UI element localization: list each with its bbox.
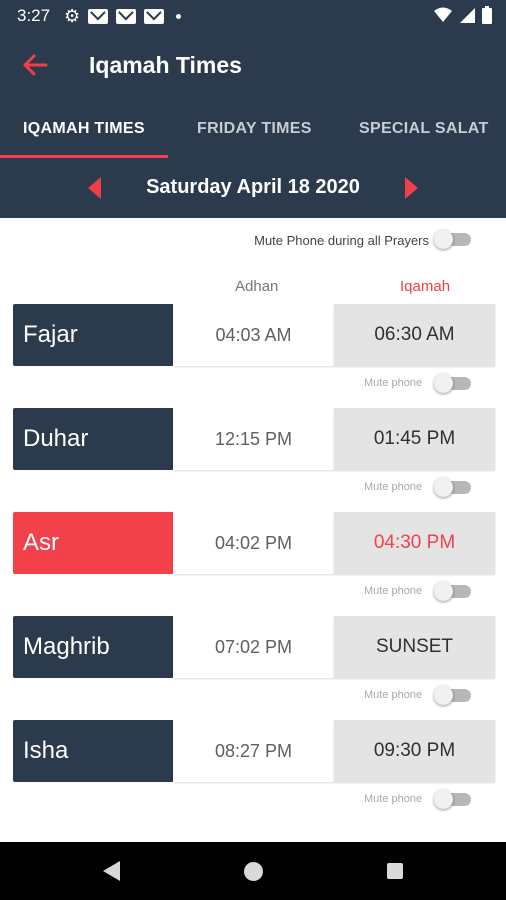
prayer-name: Fajar [13, 304, 173, 366]
wifi-icon [434, 7, 452, 22]
date-navigator: Saturday April 18 2020 [0, 160, 506, 218]
mute-phone-label: Mute phone [364, 377, 423, 389]
current-date: Saturday April 18 2020 [146, 176, 360, 198]
prayer-row-isha: Isha 08:27 PM 09:30 PM [13, 720, 495, 782]
prayer-row-asr: Asr 04:02 PM 04:30 PM [13, 512, 495, 574]
mute-all-toggle[interactable] [434, 230, 474, 249]
caret-right-icon[interactable] [405, 177, 418, 199]
app-bar: Iqamah Times [0, 32, 506, 100]
gmail-icon [88, 8, 109, 24]
tab-special-salat[interactable]: SPECIAL SALAT [359, 120, 489, 138]
adhan-time: 04:03 AM [173, 304, 334, 366]
iqamah-column-header: Iqamah [400, 278, 451, 295]
adhan-time: 12:15 PM [173, 408, 334, 470]
prayer-name: Isha [13, 720, 173, 782]
mute-phone-toggle-asr[interactable] [434, 582, 474, 601]
iqamah-time: SUNSET [334, 616, 495, 678]
mute-phone-label: Mute phone [364, 481, 423, 493]
gear-icon: ⚙ [64, 6, 81, 26]
iqamah-time: 01:45 PM [334, 408, 495, 470]
active-tab-indicator [0, 155, 168, 158]
battery-icon [482, 6, 492, 24]
gmail-icon [144, 8, 165, 24]
home-circle-icon[interactable] [244, 862, 263, 881]
gmail-icon [116, 8, 137, 24]
prayer-row-fajar: Fajar 04:03 AM 06:30 AM [13, 304, 495, 366]
back-triangle-icon[interactable] [103, 861, 120, 881]
page-title: Iqamah Times [89, 52, 242, 78]
adhan-column-header: Adhan [235, 278, 279, 295]
tab-iqamah-times[interactable]: IQAMAH TIMES [23, 120, 145, 138]
arrow-left-icon[interactable] [22, 52, 48, 78]
status-time: 3:27 [17, 6, 51, 25]
prayer-row-duhar: Duhar 12:15 PM 01:45 PM [13, 408, 495, 470]
adhan-time: 08:27 PM [173, 720, 334, 782]
mute-phone-toggle-fajar[interactable] [434, 374, 474, 393]
prayer-name: Asr [13, 512, 173, 574]
mute-phone-label: Mute phone [364, 585, 423, 597]
dot-icon [176, 13, 182, 19]
iqamah-time: 09:30 PM [334, 720, 495, 782]
prayer-row-maghrib: Maghrib 07:02 PM SUNSET [13, 616, 495, 678]
mute-phone-label: Mute phone [364, 689, 423, 701]
iqamah-time: 04:30 PM [334, 512, 495, 574]
status-bar: 3:27 ⚙ [0, 0, 506, 32]
system-nav-bar [0, 842, 506, 900]
mute-phone-toggle-duhar[interactable] [434, 478, 474, 497]
adhan-time: 04:02 PM [173, 512, 334, 574]
mute-phone-toggle-isha[interactable] [434, 790, 474, 809]
mute-all-label: Mute Phone during all Prayers [254, 233, 429, 248]
iqamah-time: 06:30 AM [334, 304, 495, 366]
tab-friday-times[interactable]: FRIDAY TIMES [197, 120, 312, 138]
tab-bar: IQAMAH TIMES FRIDAY TIMES SPECIAL SALAT [0, 100, 506, 160]
prayer-name: Duhar [13, 408, 173, 470]
recents-square-icon[interactable] [387, 863, 403, 879]
mute-phone-toggle-maghrib[interactable] [434, 686, 474, 705]
signal-icon [460, 8, 475, 23]
prayer-name: Maghrib [13, 616, 173, 678]
mute-phone-label: Mute phone [364, 793, 423, 805]
adhan-time: 07:02 PM [173, 616, 334, 678]
